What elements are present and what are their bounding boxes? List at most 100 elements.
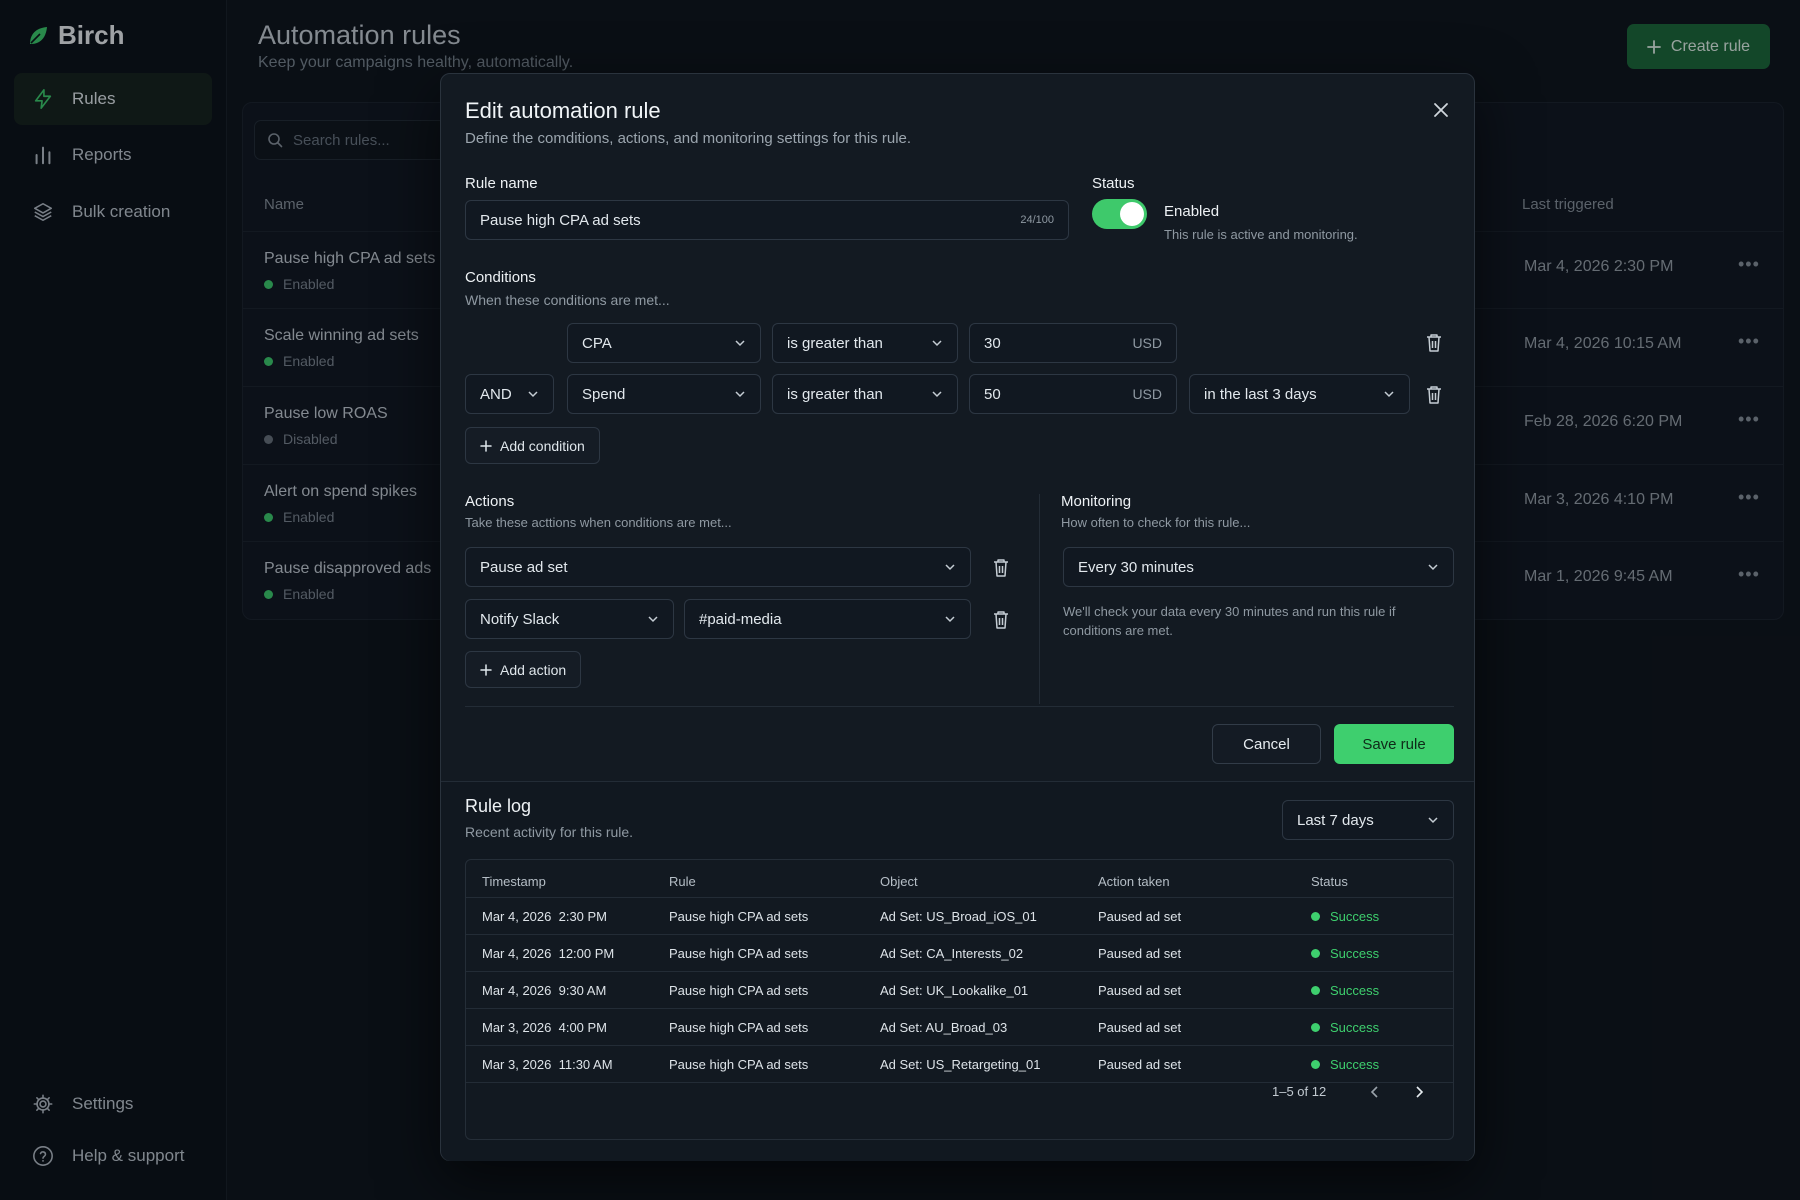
table-row[interactable]: Mar 4, 2026 2:30 PM Pause high CPA ad se… bbox=[466, 897, 1453, 934]
chevron-left-icon[interactable] bbox=[1367, 1084, 1383, 1100]
log-object: Ad Set: UK_Lookalike_01 bbox=[880, 983, 1029, 998]
log-status: Success bbox=[1311, 983, 1379, 998]
log-object: Ad Set: US_Retargeting_01 bbox=[880, 1057, 1041, 1072]
trash-icon[interactable] bbox=[1425, 333, 1443, 353]
log-status: Success bbox=[1311, 1057, 1379, 1072]
edit-rule-modal: Edit automation rule Define the comditio… bbox=[440, 73, 1475, 1161]
table-row[interactable]: Mar 3, 2026 4:00 PM Pause high CPA ad se… bbox=[466, 1008, 1453, 1045]
chevron-down-icon bbox=[1428, 564, 1438, 571]
monitoring-frequency-value: Every 30 minutes bbox=[1078, 558, 1194, 576]
currency-unit: USD bbox=[1132, 335, 1162, 351]
add-action-button[interactable]: Add action bbox=[465, 651, 582, 688]
log-timestamp: Mar 3, 2026 4:00 PM bbox=[482, 1020, 608, 1035]
status-dot bbox=[1311, 1060, 1320, 1069]
log-object: Ad Set: CA_Interests_02 bbox=[880, 946, 1024, 961]
rule-name-value: Pause high CPA ad sets bbox=[480, 211, 641, 229]
rule-log-subtitle: Recent activity for this rule. bbox=[465, 824, 634, 840]
close-icon[interactable] bbox=[1429, 98, 1453, 122]
status-dot bbox=[1311, 912, 1320, 921]
chevron-right-icon[interactable] bbox=[1411, 1084, 1427, 1100]
add-condition-button[interactable]: Add condition bbox=[465, 427, 600, 464]
column-header-action-taken: Action taken bbox=[1098, 874, 1170, 889]
log-object: Ad Set: US_Broad_iOS_01 bbox=[880, 909, 1037, 924]
log-status-label: Success bbox=[1330, 1057, 1380, 1072]
chevron-down-icon bbox=[932, 391, 942, 398]
log-status-label: Success bbox=[1330, 946, 1380, 961]
char-counter: 24/100 bbox=[1020, 214, 1054, 226]
log-rule: Pause high CPA ad sets bbox=[669, 909, 809, 924]
action-select[interactable]: Notify Slack bbox=[465, 599, 674, 639]
status-dot bbox=[1311, 986, 1320, 995]
condition-metric-select[interactable]: Spend bbox=[567, 374, 761, 414]
condition-window-select[interactable]: in the last 3 days bbox=[1189, 374, 1410, 414]
log-status-label: Success bbox=[1330, 909, 1380, 924]
column-header-status: Status bbox=[1311, 874, 1348, 889]
log-timestamp: Mar 4, 2026 12:00 PM bbox=[482, 946, 615, 961]
action-value: Notify Slack bbox=[480, 610, 560, 628]
condition-value-input[interactable]: 50 USD bbox=[969, 374, 1177, 414]
date-range-select[interactable]: Last 7 days bbox=[1282, 800, 1454, 840]
save-rule-button[interactable]: Save rule bbox=[1334, 724, 1454, 764]
section-divider bbox=[1039, 494, 1040, 704]
action-value: Pause ad set bbox=[480, 558, 568, 576]
condition-operator-value: is greater than bbox=[787, 334, 883, 352]
condition-value: 30 bbox=[984, 334, 1001, 352]
footer-divider bbox=[465, 706, 1454, 707]
log-status: Success bbox=[1311, 909, 1379, 924]
condition-metric-value: CPA bbox=[582, 334, 612, 352]
log-timestamp: Mar 4, 2026 2:30 PM bbox=[482, 909, 608, 924]
condition-metric-select[interactable]: CPA bbox=[567, 323, 761, 363]
condition-value: 50 bbox=[984, 385, 1001, 403]
chevron-down-icon bbox=[945, 564, 955, 571]
conditions-hint: When these conditions are met... bbox=[465, 292, 670, 308]
pagination-label: 1–5 of 12 bbox=[1272, 1084, 1327, 1099]
status-hint: This rule is active and monitoring. bbox=[1164, 227, 1358, 242]
condition-window-value: in the last 3 days bbox=[1204, 385, 1317, 403]
actions-hint: Take these acttions when conditions are … bbox=[465, 515, 732, 530]
monitoring-label: Monitoring bbox=[1061, 493, 1132, 510]
chevron-down-icon bbox=[932, 340, 942, 347]
chevron-down-icon bbox=[945, 616, 955, 623]
chevron-down-icon bbox=[735, 391, 745, 398]
trash-icon[interactable] bbox=[992, 558, 1010, 578]
chevron-down-icon bbox=[648, 616, 658, 623]
slack-channel-select[interactable]: #paid-media bbox=[684, 599, 971, 639]
table-row[interactable]: Mar 4, 2026 9:30 AM Pause high CPA ad se… bbox=[466, 971, 1453, 1008]
log-action: Paused ad set bbox=[1098, 1057, 1182, 1072]
status-dot bbox=[1311, 949, 1320, 958]
log-object: Ad Set: AU_Broad_03 bbox=[880, 1020, 1008, 1035]
plus-icon bbox=[480, 439, 492, 452]
condition-operator-value: is greater than bbox=[787, 385, 883, 403]
action-select[interactable]: Pause ad set bbox=[465, 547, 971, 587]
chevron-down-icon bbox=[528, 391, 538, 398]
log-rule: Pause high CPA ad sets bbox=[669, 1020, 809, 1035]
log-status-label: Success bbox=[1330, 983, 1380, 998]
rule-name-input[interactable]: Pause high CPA ad sets 24/100 bbox=[465, 200, 1069, 240]
condition-operator-select[interactable]: is greater than bbox=[772, 323, 958, 363]
log-timestamp: Mar 3, 2026 11:30 AM bbox=[482, 1057, 613, 1072]
status-toggle[interactable] bbox=[1092, 199, 1147, 229]
plus-icon bbox=[480, 663, 492, 676]
cancel-button[interactable]: Cancel bbox=[1212, 724, 1321, 764]
trash-icon[interactable] bbox=[992, 610, 1010, 630]
chevron-down-icon bbox=[735, 340, 745, 347]
slack-channel-value: #paid-media bbox=[699, 610, 782, 628]
chevron-down-icon bbox=[1384, 391, 1394, 398]
condition-value-input[interactable]: 30 USD bbox=[969, 323, 1177, 363]
column-header-object: Object bbox=[880, 874, 918, 889]
column-header-rule: Rule bbox=[669, 874, 696, 889]
column-header-timestamp: Timestamp bbox=[482, 874, 546, 889]
trash-icon[interactable] bbox=[1425, 385, 1443, 405]
status-value: Enabled bbox=[1164, 203, 1220, 220]
condition-operator-select[interactable]: is greater than bbox=[772, 374, 958, 414]
monitoring-hint: How often to check for this rule... bbox=[1061, 515, 1251, 530]
table-row[interactable]: Mar 3, 2026 11:30 AM Pause high CPA ad s… bbox=[466, 1045, 1453, 1082]
log-rule: Pause high CPA ad sets bbox=[669, 1057, 809, 1072]
condition-join-value: AND bbox=[480, 385, 512, 403]
condition-join-select[interactable]: AND bbox=[465, 374, 554, 414]
log-action: Paused ad set bbox=[1098, 946, 1182, 961]
table-row[interactable]: Mar 4, 2026 12:00 PM Pause high CPA ad s… bbox=[466, 934, 1453, 971]
modal-subtitle: Define the comditions, actions, and moni… bbox=[465, 130, 912, 147]
monitoring-frequency-select[interactable]: Every 30 minutes bbox=[1063, 547, 1454, 587]
log-status-label: Success bbox=[1330, 1020, 1380, 1035]
